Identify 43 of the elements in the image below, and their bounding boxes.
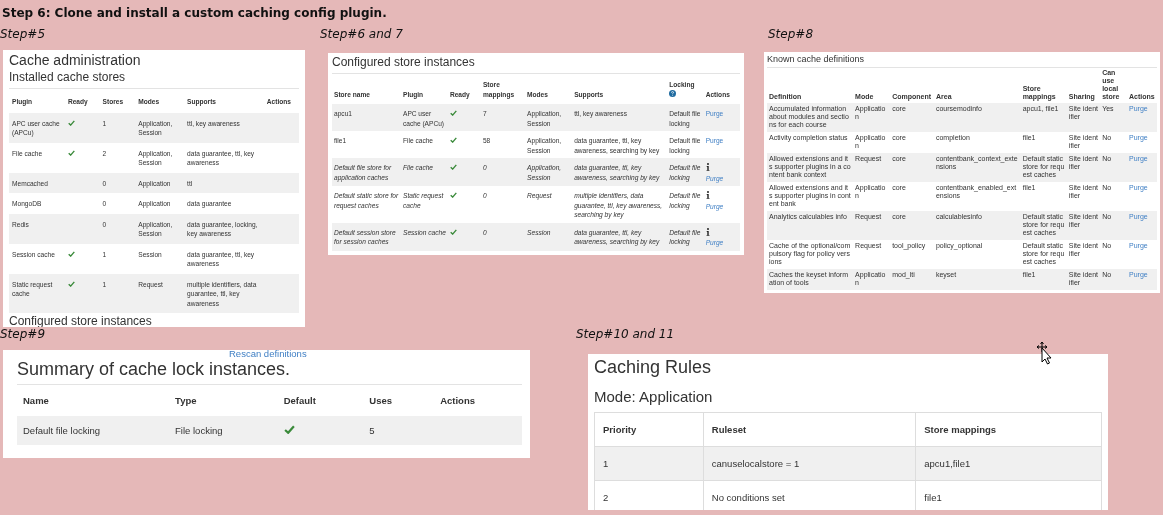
- rescan-definitions-link[interactable]: Rescan definitions: [229, 350, 307, 359]
- checkmark-icon: [67, 149, 75, 156]
- table-cell: canuselocalstore = 1: [703, 446, 916, 481]
- table-cell: Default file locking: [17, 416, 170, 445]
- info-icon[interactable]: [705, 163, 710, 171]
- help-icon[interactable]: [669, 89, 677, 97]
- step-label: Step#6 and 7: [320, 27, 403, 41]
- step-label: Step#9: [0, 327, 45, 341]
- column-header: Actions: [434, 384, 522, 416]
- checkmark-icon: [67, 119, 75, 126]
- checkmark-icon: [449, 137, 457, 143]
- column-header: Name: [17, 384, 170, 416]
- checkmark-icon: [449, 192, 457, 198]
- column-header: Default: [277, 384, 364, 416]
- column-header: Store mappings: [915, 412, 1102, 447]
- page-title: Cache administration: [9, 52, 142, 68]
- table-cell: 5: [363, 416, 435, 445]
- section-title: Installed cache stores: [9, 70, 127, 84]
- section-title: Summary of cache lock instances.: [17, 359, 292, 380]
- step-label: Step#10 and 11: [576, 327, 675, 341]
- table-cell: 2: [594, 480, 704, 510]
- page-heading: Step 6: Clone and install a custom caching config plugin.: [2, 6, 387, 20]
- table-cell: apcu1,file1: [915, 446, 1102, 481]
- section-title: Configured store instances: [332, 55, 476, 69]
- checkmark-icon: [67, 250, 75, 257]
- column-header: Uses: [363, 384, 435, 416]
- page-title: Caching Rules: [594, 357, 713, 378]
- section-title: Mode: Application: [594, 388, 714, 405]
- section-title: Configured store instances: [9, 315, 153, 327]
- checkmark-icon: [449, 164, 457, 170]
- column-header: Ruleset: [703, 412, 916, 447]
- info-icon[interactable]: [705, 191, 710, 199]
- checkmark-icon: [449, 110, 457, 116]
- section-title: Known cache definitions: [767, 54, 866, 64]
- info-icon[interactable]: [705, 227, 710, 236]
- column-header: Priority: [594, 412, 704, 447]
- checkmark-icon: [67, 280, 75, 287]
- table-cell: File locking: [169, 416, 278, 445]
- checkmark-icon: [449, 228, 457, 235]
- step-label: Step#8: [768, 27, 813, 41]
- table-cell: 1: [594, 446, 704, 481]
- step-label: Step#5: [0, 27, 45, 41]
- column-header: Type: [169, 384, 278, 416]
